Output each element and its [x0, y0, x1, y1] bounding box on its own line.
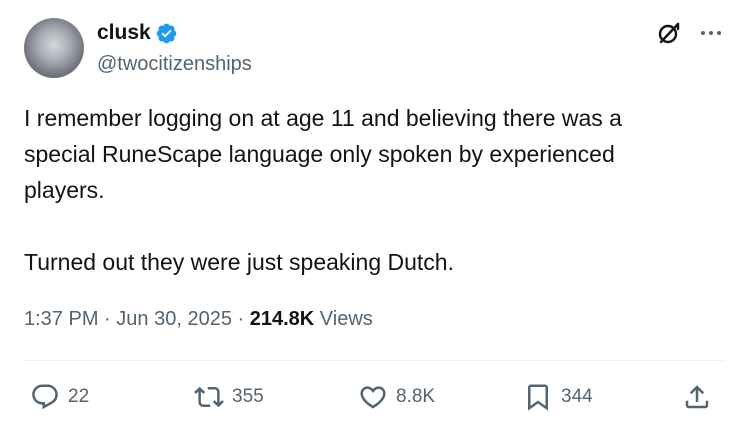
- tweet-card: clusk @twocitizenships I remember loggin: [0, 0, 748, 433]
- repost-count: 355: [232, 386, 264, 407]
- tweet-meta: 1:37 PM · Jun 30, 2025 · 214.8K Views: [24, 306, 373, 332]
- reply-button[interactable]: 22: [30, 382, 89, 412]
- like-icon: [358, 382, 388, 412]
- author-name-row: clusk: [97, 20, 178, 46]
- tweet-text: I remember logging on at age 11 and beli…: [24, 105, 622, 275]
- author-display-name[interactable]: clusk: [97, 20, 151, 46]
- meta-separator: ·: [104, 308, 111, 330]
- verified-badge-icon[interactable]: [155, 22, 178, 45]
- bookmark-button[interactable]: 344: [523, 382, 593, 412]
- bookmark-count: 344: [561, 386, 593, 407]
- bookmark-icon: [523, 382, 553, 412]
- tweet-actions-bar: 22 355 8.8K 344: [24, 382, 724, 412]
- grok-icon[interactable]: [656, 20, 682, 46]
- meta-separator: ·: [237, 308, 245, 330]
- like-button[interactable]: 8.8K: [358, 382, 435, 412]
- tweet-time[interactable]: 1:37 PM: [24, 308, 98, 330]
- author-handle[interactable]: @twocitizenships: [97, 51, 252, 77]
- like-count: 8.8K: [396, 386, 436, 407]
- tweet-top-actions: [656, 20, 724, 46]
- reply-icon: [30, 382, 60, 412]
- reply-count: 22: [68, 386, 90, 407]
- avatar[interactable]: [24, 18, 84, 78]
- views-label: Views: [319, 308, 373, 330]
- share-icon: [682, 382, 712, 412]
- more-icon[interactable]: [698, 20, 724, 46]
- divider: [24, 360, 724, 361]
- repost-button[interactable]: 355: [194, 382, 264, 412]
- share-button[interactable]: [682, 382, 712, 412]
- repost-icon: [194, 382, 224, 412]
- tweet-date[interactable]: Jun 30, 2025: [116, 308, 232, 330]
- views-count: 214.8K: [249, 308, 315, 330]
